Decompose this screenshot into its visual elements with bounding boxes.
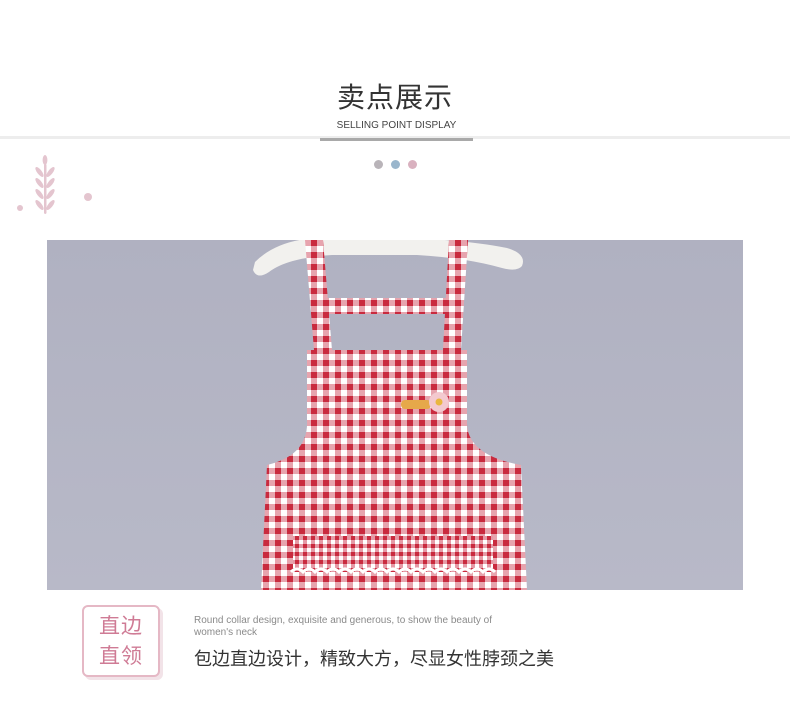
badge-text-line-1: 直边 [99, 614, 143, 638]
feature-description-chinese: 包边直边设计，精致大方，尽显女性脖颈之美 [194, 649, 554, 670]
dot-blue [391, 160, 400, 169]
badge-text-line-2: 直领 [99, 644, 143, 668]
decorative-dots [374, 160, 418, 170]
section-title: 卖点展示 [336, 81, 453, 114]
feature-badge: 直边 直领 [82, 605, 160, 677]
dot-pink [408, 160, 417, 169]
product-photo [47, 240, 743, 590]
cross-strap [326, 298, 450, 314]
apron-pocket [293, 536, 493, 572]
apron-illustration [47, 240, 743, 590]
wheat-sprig-icon [17, 155, 92, 214]
feature-description-english: Round collar design, exquisite and gener… [194, 615, 492, 638]
section-subtitle: SELLING POINT DISPLAY [320, 118, 473, 141]
dot-gray [374, 160, 383, 169]
